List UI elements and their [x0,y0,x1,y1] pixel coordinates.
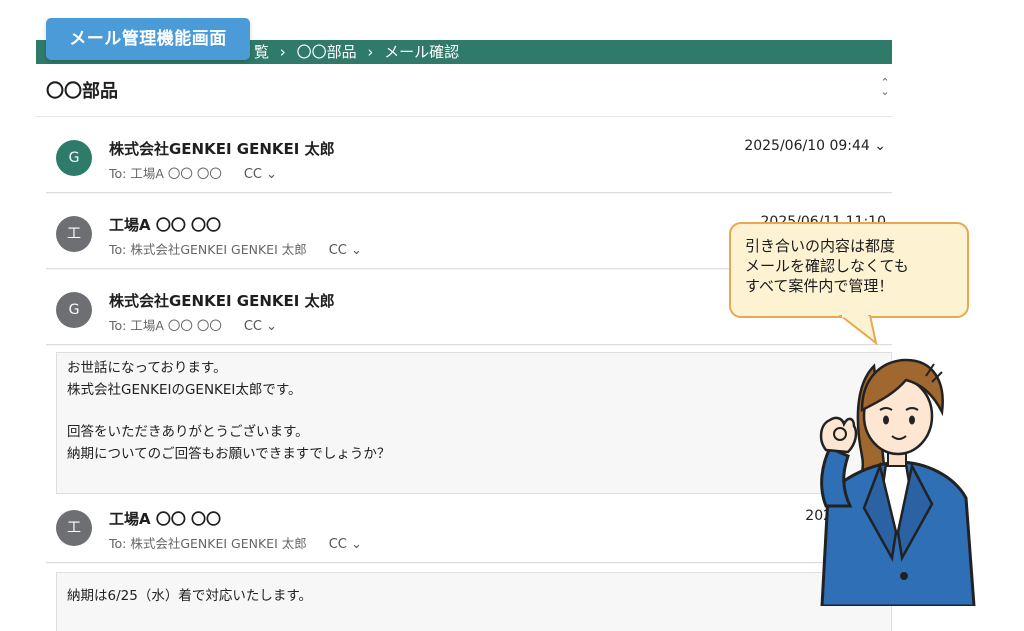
breadcrumb-item-list[interactable]: 覧 [254,43,269,61]
mail-sender: 工場A 〇〇 〇〇 [109,216,222,234]
mail-row[interactable]: G 株式会社GENKEI GENKEI 太郎 To: 工場A 〇〇 〇〇 CC ⌄… [46,126,892,193]
breadcrumb-separator: › [279,43,286,61]
mail-sender: 株式会社GENKEI GENKEI 太郎 [109,292,335,310]
cc-toggle[interactable]: CC ⌄ [244,167,277,182]
divider [36,116,892,117]
mail-recipients: To: 工場A 〇〇 〇〇 CC ⌄ [109,163,277,182]
mail-to: To: 株式会社GENKEI GENKEI 太郎 [109,536,307,551]
page-title: 〇〇部品 [46,81,118,102]
mail-sender: 株式会社GENKEI GENKEI 太郎 [109,140,335,158]
body-line: 回答をいただきありがとうございます。 [67,424,309,440]
mail-row[interactable]: 工 工場A 〇〇 〇〇 To: 株式会社GENKEI GENKEI 太郎 CC ⌄… [46,496,892,563]
cc-toggle[interactable]: CC ⌄ [244,319,277,334]
mail-body: お世話になっております。 株式会社GENKEIのGENKEI太郎です。 回答をい… [56,352,892,494]
breadcrumb-item-product[interactable]: 〇〇部品 [297,43,357,61]
breadcrumb: 覧 › 〇〇部品 › メール確認 [254,40,465,64]
body-line: 納期についてのご回答もお願いできますでしょうか？ [67,446,391,462]
avatar: 工 [56,216,92,252]
mail-body: 納期は6/25（水）着で対応いたします。 [56,572,892,631]
mail-sender: 工場A 〇〇 〇〇 [109,510,222,528]
breadcrumb-item-mail: メール確認 [384,43,460,61]
speech-bubble: 引き合いの内容は都度 メールを確認しなくても すべて案件内で管理！ [729,222,969,318]
callout-line: 引き合いの内容は都度 [745,237,896,255]
body-line: 納期は6/25（水）着で対応いたします。 [67,588,312,604]
mail-recipients: To: 株式会社GENKEI GENKEI 太郎 CC ⌄ [109,533,362,552]
avatar: G [56,292,92,328]
callout-line: すべて案件内で管理！ [745,277,894,295]
feature-badge: メール管理機能画面 [46,18,250,60]
body-line: お世話になっております。 [67,360,227,376]
mail-to: To: 工場A 〇〇 〇〇 [109,318,222,333]
mail-to: To: 株式会社GENKEI GENKEI 太郎 [109,242,307,257]
breadcrumb-separator: › [367,43,374,61]
callout-line: メールを確認しなくても [745,257,909,275]
cc-toggle[interactable]: CC ⌄ [329,243,362,258]
mail-date[interactable]: 2025/06/10 09:44 ⌄ [744,138,886,154]
mail-recipients: To: 工場A 〇〇 〇〇 CC ⌄ [109,315,277,334]
body-line: 株式会社GENKEIのGENKEI太郎です。 [67,382,302,398]
mail-recipients: To: 株式会社GENKEI GENKEI 太郎 CC ⌄ [109,239,362,258]
businesswoman-illustration [819,358,976,606]
avatar: 工 [56,510,92,546]
cc-toggle[interactable]: CC ⌄ [329,537,362,552]
mail-to: To: 工場A 〇〇 〇〇 [109,166,222,181]
avatar: G [56,140,92,176]
collapse-toggle-icon[interactable]: ⌃ ⌄ [878,77,892,100]
